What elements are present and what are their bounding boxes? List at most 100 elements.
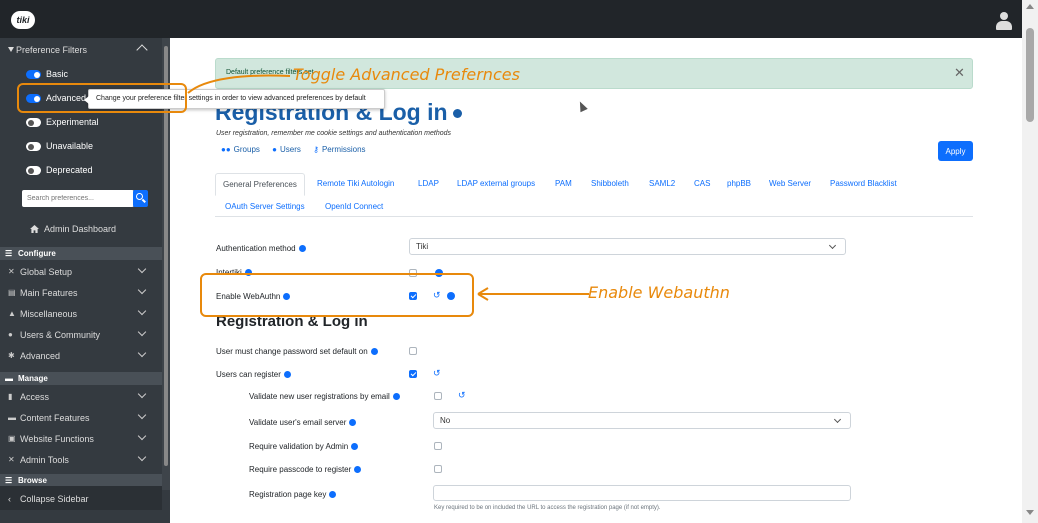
auth-method-select[interactable]: Tiki <box>409 238 846 255</box>
nav-label: Content Features <box>20 413 90 423</box>
tab-general-preferences[interactable]: General Preferences <box>215 173 305 196</box>
nav-label: Admin Tools <box>20 455 69 465</box>
sidebar-item-miscellaneous[interactable]: ▲ Miscellaneous <box>0 304 162 324</box>
search-button[interactable] <box>133 190 148 207</box>
flask-icon: ▲ <box>8 309 16 318</box>
groups-link[interactable]: ●● Groups <box>221 145 260 154</box>
reset-icon[interactable]: ↺ <box>433 368 441 379</box>
chevron-down-icon <box>137 348 147 358</box>
scroll-up-icon[interactable] <box>1026 4 1034 9</box>
nav-label: Users & Community <box>20 330 101 340</box>
annotation-arrow <box>477 287 589 301</box>
validate-by-email-checkbox[interactable] <box>434 392 442 400</box>
door-icon: ▮ <box>8 392 13 401</box>
nav-label: Access <box>20 392 50 402</box>
users-link[interactable]: ● Users <box>272 145 301 154</box>
require-passcode-label: Require passcode to register <box>249 465 362 474</box>
permissions-link[interactable]: ⚷ Permissions <box>313 145 365 154</box>
webauthn-highlight <box>200 273 474 317</box>
window-icon: ▣ <box>8 434 16 443</box>
preference-filters-header[interactable]: Preference Filters <box>0 38 160 62</box>
manage-label: Manage <box>18 374 48 383</box>
chevron-down-icon <box>137 306 147 316</box>
sidebar-item-advanced[interactable]: ✱ Advanced <box>0 346 162 366</box>
search-input[interactable] <box>22 190 134 207</box>
preference-tabs: General Preferences Remote Tiki Autologi… <box>215 173 973 217</box>
group-icon: ●● <box>221 145 231 154</box>
help-icon[interactable] <box>452 109 462 119</box>
collapse-sidebar-button[interactable]: ‹ Collapse Sidebar <box>0 486 162 510</box>
help-icon[interactable] <box>298 245 306 253</box>
collapse-label: Collapse Sidebar <box>20 494 89 504</box>
top-navbar: tiki <box>0 0 1022 38</box>
chevron-down-icon <box>828 241 837 250</box>
must-change-pw-checkbox[interactable] <box>409 347 417 355</box>
help-icon[interactable] <box>349 419 357 427</box>
deprecated-toggle[interactable] <box>26 166 41 175</box>
help-icon[interactable] <box>392 393 400 401</box>
nav-label: Website Functions <box>20 434 94 444</box>
tab-ldap[interactable]: LDAP <box>411 173 446 194</box>
reg-page-key-label: Registration page key <box>249 490 337 499</box>
toggle-annotation-text: Toggle Advanced Prefernces <box>293 65 520 84</box>
tab-cas[interactable]: CAS <box>687 173 717 194</box>
reg-page-key-input[interactable] <box>433 485 851 501</box>
sidebar-item-admin-tools[interactable]: ✕ Admin Tools <box>0 450 162 470</box>
quick-links: ●● Groups ● Users ⚷ Permissions <box>221 145 376 154</box>
users-can-register-checkbox[interactable] <box>409 370 417 378</box>
require-admin-label: Require validation by Admin <box>249 442 359 451</box>
nav-label: Advanced <box>20 351 61 361</box>
users-icon: ● <box>8 330 13 339</box>
preference-filters-label: Preference Filters <box>16 45 88 55</box>
chevron-up-icon[interactable] <box>136 44 148 56</box>
content-icon: ▬ <box>8 413 16 422</box>
require-passcode-checkbox[interactable] <box>434 465 442 473</box>
scroll-down-icon[interactable] <box>1026 510 1034 515</box>
user-icon[interactable] <box>996 12 1012 30</box>
apply-button[interactable]: Apply <box>938 141 973 161</box>
tab-web-server[interactable]: Web Server <box>762 173 818 194</box>
validate-email-server-select[interactable]: No <box>433 412 851 429</box>
tab-shibboleth[interactable]: Shibboleth <box>584 173 636 194</box>
tab-openid-connect[interactable]: OpenId Connect <box>318 196 390 217</box>
help-icon[interactable] <box>351 443 359 451</box>
sidebar-item-website-functions[interactable]: ▣ Website Functions <box>0 429 162 449</box>
close-icon[interactable]: ✕ <box>954 66 965 79</box>
sidebar-item-users-community[interactable]: ● Users & Community <box>0 325 162 345</box>
filter-label: Deprecated <box>46 165 93 175</box>
require-admin-checkbox[interactable] <box>434 442 442 450</box>
help-icon[interactable] <box>354 466 362 474</box>
sidebar-item-global-setup[interactable]: ✕ Global Setup <box>0 262 162 282</box>
chevron-down-icon <box>137 410 147 420</box>
chevron-left-icon: ‹ <box>8 494 11 504</box>
browse-label: Browse <box>18 476 47 485</box>
admin-dashboard-link[interactable]: Admin Dashboard <box>30 224 116 234</box>
manage-icon: ▬ <box>5 374 13 383</box>
auth-method-label: Authentication method <box>216 244 306 253</box>
chevron-down-icon <box>137 264 147 274</box>
cogs-icon: ✱ <box>8 351 15 360</box>
help-icon[interactable] <box>370 348 378 356</box>
sidebar-item-content-features[interactable]: ▬ Content Features <box>0 408 162 428</box>
tab-saml2[interactable]: SAML2 <box>642 173 682 194</box>
tab-ldap-external-groups[interactable]: LDAP external groups <box>450 173 542 194</box>
page-scrollbar[interactable] <box>1022 0 1038 523</box>
help-icon[interactable] <box>329 491 337 499</box>
sliders-icon: ☰ <box>5 249 13 258</box>
tab-password-blacklist[interactable]: Password Blacklist <box>823 173 904 194</box>
experimental-toggle[interactable] <box>26 118 41 127</box>
tab-oauth-server-settings[interactable]: OAuth Server Settings <box>218 196 312 217</box>
help-icon[interactable] <box>283 371 291 379</box>
scroll-thumb[interactable] <box>1026 28 1034 122</box>
reset-icon[interactable]: ↺ <box>458 390 466 401</box>
tiki-logo[interactable]: tiki <box>11 11 35 29</box>
home-icon <box>30 225 39 233</box>
tab-remote-tiki-autologin[interactable]: Remote Tiki Autologin <box>310 173 401 194</box>
tab-pam[interactable]: PAM <box>548 173 579 194</box>
search-preferences-field[interactable] <box>22 190 134 207</box>
basic-toggle[interactable] <box>26 70 41 79</box>
sidebar-item-main-features[interactable]: ▤ Main Features <box>0 283 162 303</box>
sidebar-item-access[interactable]: ▮ Access <box>0 387 162 407</box>
tab-phpbb[interactable]: phpBB <box>720 173 758 194</box>
unavailable-toggle[interactable] <box>26 142 41 151</box>
